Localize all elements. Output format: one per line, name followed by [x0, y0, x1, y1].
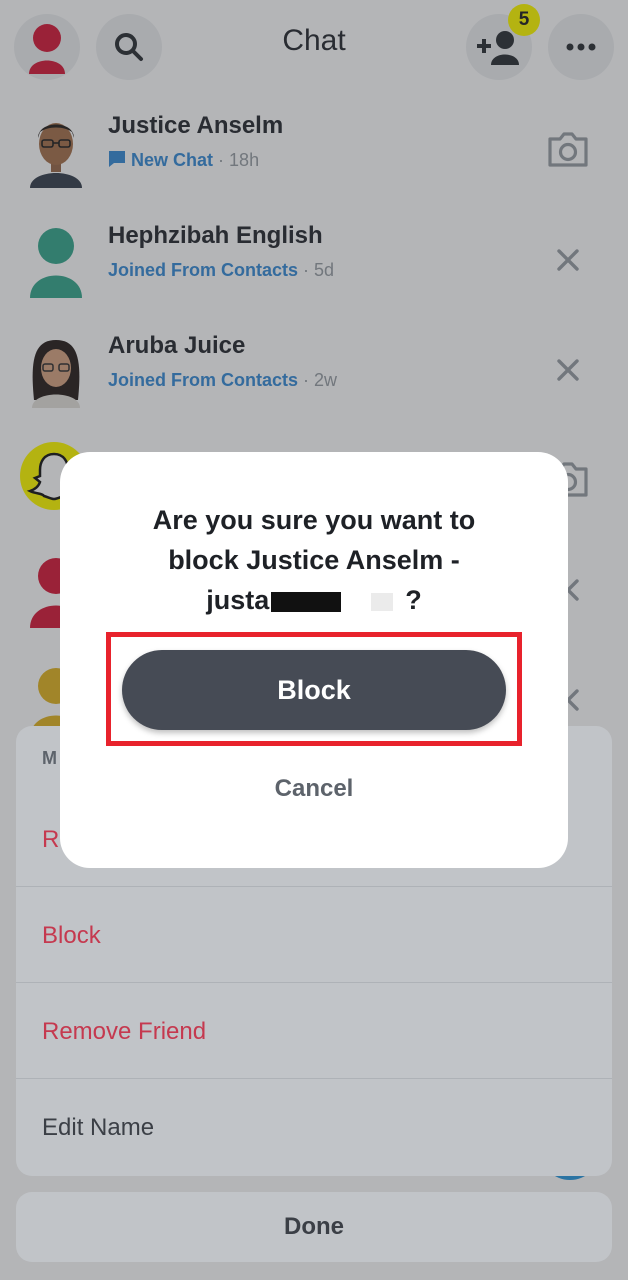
redaction-block [271, 591, 342, 612]
done-button[interactable]: Done [16, 1192, 612, 1262]
dialog-message-line2: block Justice Anselm - [168, 545, 460, 575]
dialog-message-line3: justa? [90, 580, 538, 620]
sheet-item-block[interactable]: Block [42, 922, 101, 950]
sheet-header: M [42, 748, 58, 768]
block-button[interactable]: Block [122, 650, 506, 730]
dialog-question-mark: ? [405, 585, 422, 615]
dialog-username: justa [206, 585, 270, 615]
dialog-message-line1: Are you sure you want to [152, 505, 476, 535]
redaction-block [371, 592, 394, 611]
divider [16, 886, 612, 887]
block-confirmation-dialog: Are you sure you want to block Justice A… [60, 452, 568, 868]
sheet-item-edit-name[interactable]: Edit Name [42, 1114, 154, 1142]
cancel-button[interactable]: Cancel [214, 764, 414, 814]
sheet-item-partial[interactable]: R [42, 826, 59, 854]
sheet-item-remove-friend[interactable]: Remove Friend [42, 1018, 206, 1046]
divider [16, 1078, 612, 1079]
divider [16, 982, 612, 983]
dialog-message: Are you sure you want to block Justice A… [90, 500, 538, 620]
